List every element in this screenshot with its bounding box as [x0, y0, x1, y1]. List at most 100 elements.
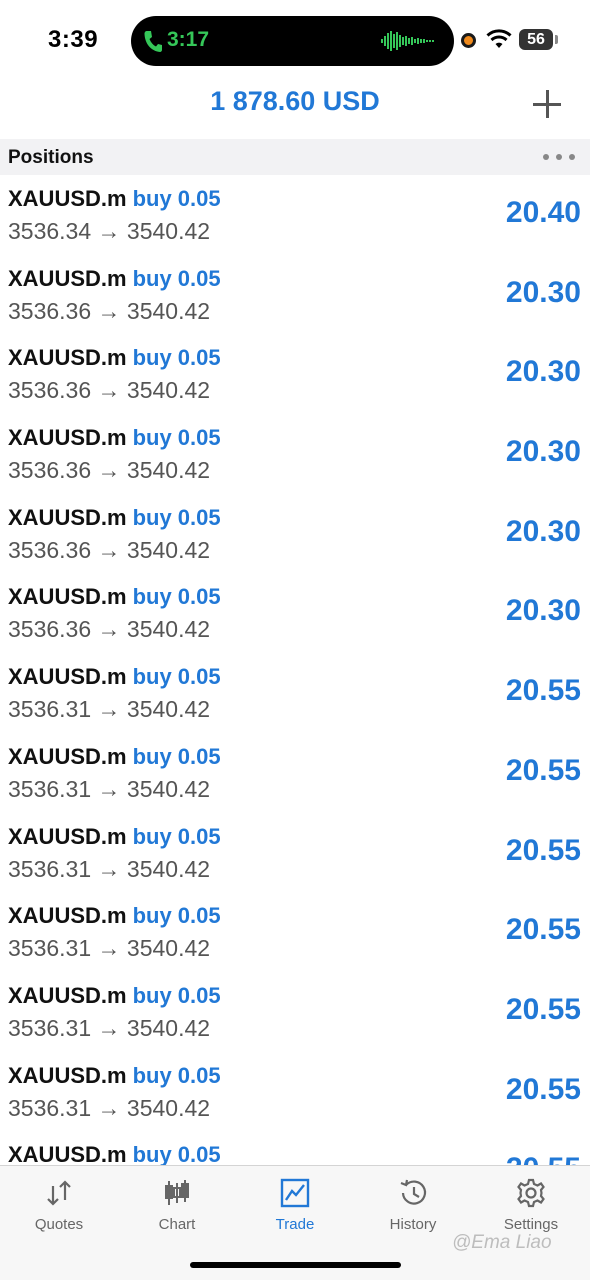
position-title: XAUUSD.m buy 0.05 [8, 266, 221, 292]
position-row[interactable]: XAUUSD.mbuy 0.05 20.55 [0, 1131, 590, 1165]
position-profit: 20.55 [505, 913, 581, 947]
position-profit: 20.30 [505, 435, 581, 469]
position-symbol: XAUUSD.m [8, 664, 127, 690]
position-symbol: XAUUSD.m [8, 823, 127, 849]
position-prices: 3536.31 → 3540.42 [8, 856, 210, 883]
position-title: XAUUSD.m buy 0.05 [8, 345, 221, 371]
open-price: 3536.31 [8, 935, 92, 962]
position-symbol: XAUUSD.m [8, 265, 127, 291]
call-duration: 3:17 [167, 28, 210, 51]
position-row[interactable]: XAUUSD.m buy 0.05 3536.34 → 3540.42 20.40 [0, 175, 590, 255]
position-profit: 20.40 [505, 196, 581, 229]
current-price: 3540.42 [126, 218, 211, 244]
position-side: buy 0.05 [132, 265, 221, 291]
position-symbol: XAUUSD.m [8, 743, 127, 769]
position-row[interactable]: XAUUSD.m buy 0.05 3536.31 → 3540.42 20.55 [0, 733, 590, 813]
position-profit: 20.55 [505, 833, 581, 867]
tab-label: History [389, 1216, 437, 1233]
position-profit: 20.30 [505, 594, 581, 628]
position-prices: 3536.31 → 3540.42 [8, 1015, 210, 1042]
position-row[interactable]: XAUUSD.m buy 0.05 3536.31 → 3540.42 20.55 [0, 653, 590, 733]
arrow-right-icon: → [91, 935, 127, 962]
position-side: buy 0.05 [132, 664, 221, 690]
section-title: Positions [8, 147, 94, 168]
position-row[interactable]: XAUUSD.m buy 0.05 3536.36 → 3540.42 20.30 [0, 255, 590, 335]
open-price: 3536.31 [8, 696, 92, 723]
open-price: 3536.31 [8, 1094, 92, 1121]
history-icon [400, 1179, 427, 1205]
position-side: buy 0.05 [132, 1142, 221, 1165]
quotes-icon [47, 1180, 71, 1206]
arrow-right-icon: → [91, 377, 127, 404]
current-price: 3540.42 [126, 616, 211, 643]
position-row[interactable]: XAUUSD.m buy 0.05 3536.31 → 3540.42 20.55 [0, 813, 590, 893]
arrow-right-icon: → [91, 218, 127, 244]
current-price: 3540.42 [126, 297, 211, 324]
position-side: buy 0.05 [132, 504, 221, 530]
position-title: XAUUSD.m buy 0.05 [8, 664, 221, 690]
account-balance: 1 878.60 USD [210, 86, 380, 116]
position-profit: 20.55 [506, 1152, 581, 1165]
add-order-button[interactable] [532, 89, 562, 119]
arrow-right-icon: → [91, 457, 127, 484]
position-row[interactable]: XAUUSD.m buy 0.05 3536.36 → 3540.42 20.30 [0, 334, 590, 414]
position-title: XAUUSD.m buy 0.05 [8, 186, 221, 212]
status-bar: 3:39 3:17 56 [0, 0, 590, 78]
battery-icon: 56 [519, 29, 553, 50]
open-price: 3536.31 [8, 775, 92, 802]
position-profit: 20.30 [505, 514, 581, 548]
position-title: XAUUSD.m buy 0.05 [8, 1142, 221, 1165]
position-side: buy 0.05 [132, 903, 221, 929]
position-row[interactable]: XAUUSD.m buy 0.05 3536.31 → 3540.42 20.55 [0, 892, 590, 972]
arrow-right-icon: → [91, 536, 127, 563]
tab-chart[interactable]: Chart [118, 1166, 236, 1246]
open-price: 3536.36 [8, 536, 92, 563]
audio-waveform-icon [381, 31, 434, 51]
home-indicator[interactable] [190, 1262, 401, 1268]
arrow-right-icon: → [91, 855, 127, 882]
current-price: 3540.42 [126, 536, 211, 563]
tab-label: Quotes [34, 1216, 84, 1233]
position-symbol: XAUUSD.m [8, 345, 127, 371]
open-price: 3536.34 [8, 218, 92, 244]
position-side: buy 0.05 [132, 1062, 221, 1088]
position-symbol: XAUUSD.m [8, 425, 127, 451]
position-title: XAUUSD.m buy 0.05 [8, 584, 221, 610]
current-price: 3540.42 [126, 1094, 211, 1121]
arrow-right-icon: → [91, 616, 127, 643]
tab-trade[interactable]: Trade [236, 1166, 354, 1246]
position-profit: 20.55 [505, 1072, 581, 1106]
position-prices: 3536.31 → 3540.42 [8, 696, 210, 723]
position-row[interactable]: XAUUSD.m buy 0.05 3536.36 → 3540.42 20.30 [0, 573, 590, 653]
position-side: buy 0.05 [132, 425, 221, 451]
position-side: buy 0.05 [132, 186, 221, 211]
positions-list[interactable]: XAUUSD.m buy 0.05 3536.34 → 3540.42 20.40 XA… [0, 175, 590, 1165]
position-row[interactable]: XAUUSD.m buy 0.05 3536.31 → 3540.42 20.55 [0, 972, 590, 1052]
position-profit: 20.55 [505, 674, 581, 708]
position-row[interactable]: XAUUSD.m buy 0.05 3536.31 → 3540.42 20.55 [0, 1052, 590, 1132]
position-prices: 3536.36 → 3540.42 [8, 457, 210, 484]
dynamic-island-call[interactable]: 3:17 [131, 16, 454, 66]
current-price: 3540.42 [126, 1014, 211, 1041]
phone-icon [144, 31, 162, 52]
more-options-icon[interactable] [543, 154, 575, 162]
position-title: XAUUSD.m buy 0.05 [8, 1063, 221, 1089]
position-symbol: XAUUSD.m [8, 903, 127, 929]
position-symbol: XAUUSD.m [8, 982, 127, 1008]
arrow-right-icon: → [91, 1094, 127, 1121]
trade-icon [280, 1178, 310, 1208]
position-profit: 20.30 [505, 275, 581, 309]
position-row[interactable]: XAUUSD.m buy 0.05 3536.36 → 3540.42 20.30 [0, 414, 590, 494]
open-price: 3536.31 [8, 1014, 92, 1041]
position-profit: 20.55 [505, 992, 581, 1026]
position-row[interactable]: XAUUSD.m buy 0.05 3536.36 → 3540.42 20.30 [0, 494, 590, 574]
recording-indicator-icon [461, 33, 476, 48]
current-price: 3540.42 [126, 696, 211, 723]
tab-quotes[interactable]: Quotes [0, 1166, 118, 1246]
arrow-right-icon: → [91, 696, 127, 723]
position-side: buy 0.05 [132, 584, 221, 610]
tab-label: Chart [158, 1216, 196, 1233]
position-title: XAUUSD.m buy 0.05 [8, 903, 221, 929]
watermark: @Ema Liao [452, 1232, 552, 1253]
open-price: 3536.31 [8, 855, 92, 882]
